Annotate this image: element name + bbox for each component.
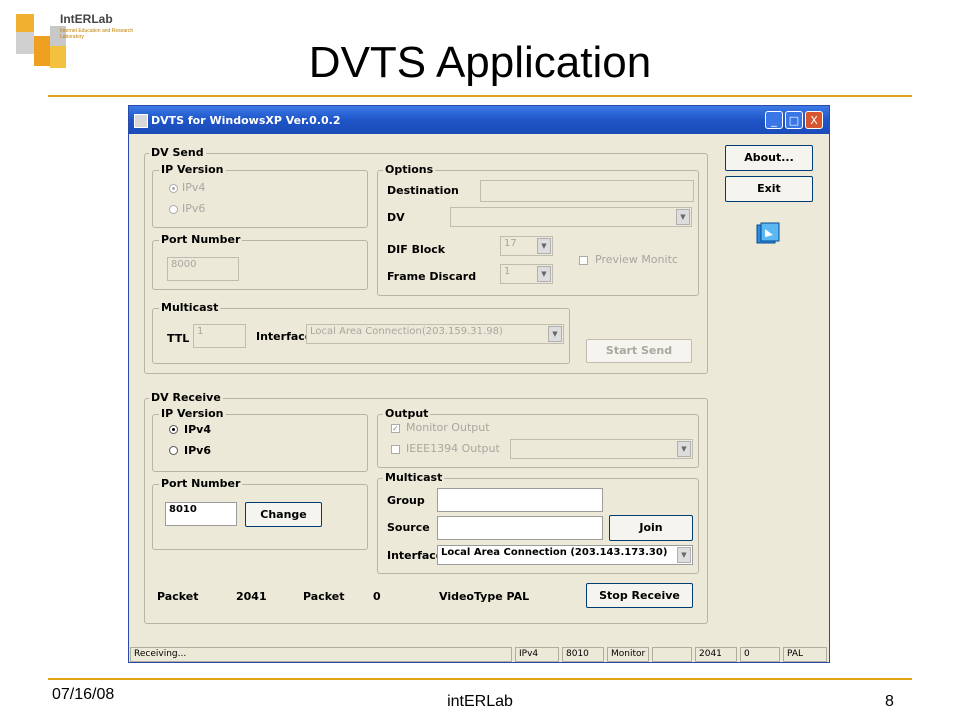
chevron-down-icon: ▼ xyxy=(677,547,691,563)
dv-select[interactable]: ▼ xyxy=(450,207,692,227)
status-message: Receiving... xyxy=(130,647,512,662)
send-ipv4-radio[interactable] xyxy=(169,184,178,193)
status-output: Monitor xyxy=(607,647,649,662)
recv-ipv4-label: IPv4 xyxy=(184,423,211,436)
chevron-down-icon: ▼ xyxy=(537,238,551,254)
source-input[interactable] xyxy=(437,516,603,540)
recv-interface-label: Interface xyxy=(387,549,444,562)
status-zero: 0 xyxy=(740,647,780,662)
recv-ipv6-radio[interactable] xyxy=(169,446,178,455)
send-port-label: Port Number xyxy=(159,233,243,246)
chevron-down-icon: ▼ xyxy=(677,441,691,457)
group-input[interactable] xyxy=(437,488,603,512)
frame-discard-select[interactable]: 1 ▼ xyxy=(500,264,553,284)
close-button[interactable]: X xyxy=(805,111,823,129)
footer-divider xyxy=(48,678,912,680)
title-divider xyxy=(48,95,912,97)
app-icon xyxy=(134,114,148,128)
videotype-label: VideoType PAL xyxy=(439,590,530,603)
dif-block-label: DIF Block xyxy=(387,243,446,256)
recv-interface-select[interactable]: Local Area Connection (203.143.173.30) ▼ xyxy=(437,545,693,565)
status-packets: 2041 xyxy=(695,647,737,662)
dv-send-label: DV Send xyxy=(149,146,206,159)
footer-center-text: intERLab xyxy=(447,693,513,710)
packet-label-sent: Packet xyxy=(157,590,199,603)
packet-label-received: Packet xyxy=(303,590,345,603)
ttl-input[interactable]: 1 xyxy=(193,324,246,348)
status-ip: IPv4 xyxy=(515,647,559,662)
recv-ip-version-label: IP Version xyxy=(159,407,226,420)
dv-label: DV xyxy=(387,211,405,224)
status-blank xyxy=(652,647,692,662)
ieee1394-output-checkbox[interactable] xyxy=(391,445,400,454)
preview-monitor-checkbox[interactable] xyxy=(579,256,588,265)
status-type: PAL xyxy=(783,647,827,662)
about-button[interactable]: About... xyxy=(725,145,813,171)
chevron-down-icon: ▼ xyxy=(676,209,690,225)
preview-monitor-label: Preview Monitc xyxy=(595,253,678,266)
send-interface-label: Interface xyxy=(256,330,313,343)
send-ipv6-label: IPv6 xyxy=(182,202,206,215)
logo-text: IntERLab xyxy=(60,12,113,26)
status-port: 8010 xyxy=(562,647,604,662)
page-number: 8 xyxy=(885,693,894,710)
maximize-button[interactable]: □ xyxy=(785,111,803,129)
output-label: Output xyxy=(383,407,431,420)
chevron-down-icon: ▼ xyxy=(548,326,562,342)
window-title: DVTS for WindowsXP Ver.0.0.2 xyxy=(151,114,341,127)
dif-block-select[interactable]: 17 ▼ xyxy=(500,236,553,256)
destination-label: Destination xyxy=(387,184,459,197)
exit-button[interactable]: Exit xyxy=(725,176,813,202)
send-ip-version-label: IP Version xyxy=(159,163,226,176)
group-label: Group xyxy=(387,494,425,507)
dv-receive-label: DV Receive xyxy=(149,391,223,404)
ieee1394-select[interactable]: ▼ xyxy=(510,439,693,459)
destination-input[interactable] xyxy=(480,180,694,202)
source-label: Source xyxy=(387,521,430,534)
ttl-label: TTL xyxy=(167,332,190,345)
send-ipv4-label: IPv4 xyxy=(182,181,206,194)
dvts-window: DVTS for WindowsXP Ver.0.0.2 _ □ X DV Se… xyxy=(128,105,830,663)
send-interface-select[interactable]: Local Area Connection(203.159.31.98) ▼ xyxy=(306,324,564,344)
dvts-icon xyxy=(756,222,780,244)
frame-discard-label: Frame Discard xyxy=(387,270,477,283)
stop-receive-button[interactable]: Stop Receive xyxy=(586,583,693,608)
slide-title: DVTS Application xyxy=(308,38,652,87)
send-port-input[interactable]: 8000 xyxy=(167,257,239,281)
start-send-button[interactable]: Start Send xyxy=(586,339,692,363)
window-titlebar[interactable]: DVTS for WindowsXP Ver.0.0.2 _ □ X xyxy=(129,106,829,134)
send-multicast-label: Multicast xyxy=(159,301,221,314)
chevron-down-icon: ▼ xyxy=(537,266,551,282)
join-button[interactable]: Join xyxy=(609,515,693,541)
recv-ipv4-radio[interactable] xyxy=(169,425,178,434)
packet-count-sent: 2041 xyxy=(236,590,267,603)
recv-port-input[interactable]: 8010 xyxy=(165,502,237,526)
send-ipv6-radio[interactable] xyxy=(169,205,178,214)
monitor-output-checkbox[interactable]: ✓ xyxy=(391,424,400,433)
recv-port-label: Port Number xyxy=(159,477,243,490)
monitor-output-label: Monitor Output xyxy=(406,421,490,434)
change-button[interactable]: Change xyxy=(245,502,322,527)
recv-multicast-label: Multicast xyxy=(383,471,445,484)
packet-count-received: 0 xyxy=(373,590,381,603)
minimize-button[interactable]: _ xyxy=(765,111,783,129)
send-ip-version-group xyxy=(152,170,368,228)
ieee1394-output-label: IEEE1394 Output xyxy=(406,442,500,455)
options-label: Options xyxy=(383,163,436,176)
recv-ipv6-label: IPv6 xyxy=(184,444,211,457)
